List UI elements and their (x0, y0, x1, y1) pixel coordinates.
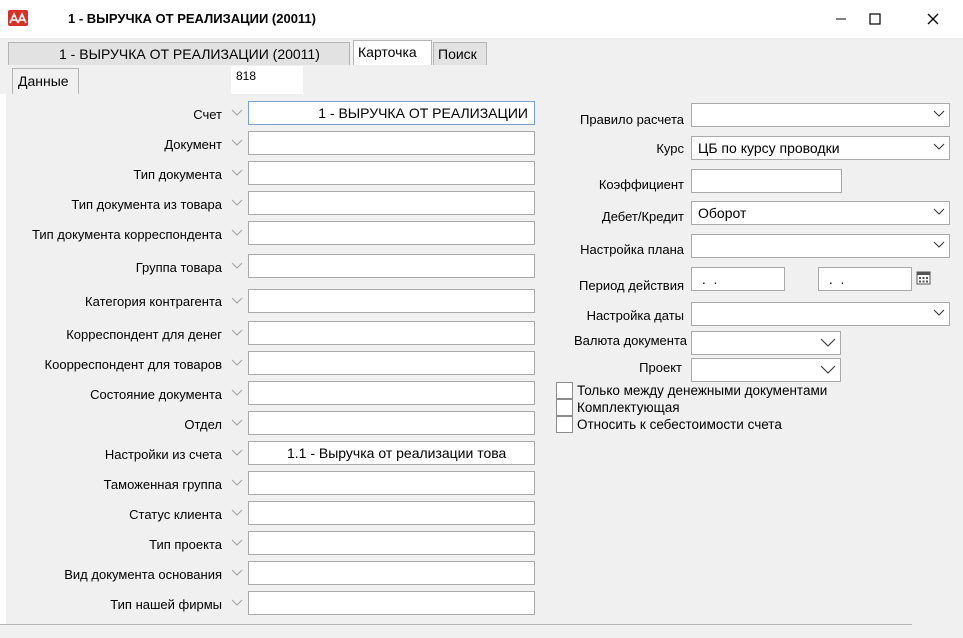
subtab-data[interactable]: Данные (12, 68, 79, 94)
department-field[interactable] (248, 411, 535, 435)
label-plan-setting: Настройка плана (580, 242, 684, 257)
label-client-status: Статус клиента (129, 507, 222, 522)
chevron-down-icon[interactable] (228, 441, 246, 465)
label-base-doc-kind: Вид документа основания (64, 567, 222, 582)
checkbox-money-docs-label: Только между денежными документами (577, 383, 828, 398)
label-goods-group: Группа товара (135, 260, 222, 275)
label-document: Документ (164, 137, 222, 152)
period-from-field[interactable]: . . (691, 267, 785, 291)
label-doc-type: Тип документа (133, 167, 222, 182)
chevron-down-icon[interactable] (228, 381, 246, 405)
calendar-icon[interactable] (916, 270, 931, 288)
doc-type-goods-field[interactable] (248, 191, 535, 215)
chevron-down-icon[interactable] (228, 221, 246, 245)
label-customs-group: Таможенная группа (103, 477, 222, 492)
goods-group-field[interactable] (248, 254, 535, 278)
tab-account[interactable]: 1 - ВЫРУЧКА ОТ РЕАЛИЗАЦИИ (20011) (8, 42, 350, 65)
label-department: Отдел (184, 417, 222, 432)
debit-credit-select[interactable]: Оборот (691, 201, 950, 225)
chevron-down-icon[interactable] (228, 101, 246, 125)
label-currency: Валюта документа (574, 333, 687, 348)
label-our-company-type: Тип нашей фирмы (110, 597, 222, 612)
document-field[interactable] (248, 131, 535, 155)
checkbox-cost-label: Относить к себестоимости счета (577, 417, 782, 432)
label-doc-type-goods: Тип документа из товара (71, 197, 222, 212)
doc-type-field[interactable] (248, 161, 535, 185)
coefficient-field[interactable] (691, 169, 842, 193)
date-setting-select[interactable] (691, 302, 950, 326)
tab-card[interactable]: Карточка (353, 40, 432, 65)
close-button[interactable] (910, 0, 956, 38)
label-coefficient: Коэффициент (598, 177, 684, 192)
tab-search[interactable]: Поиск (433, 42, 487, 65)
label-project-type: Тип проекта (149, 537, 222, 552)
calc-rule-select[interactable] (691, 103, 950, 127)
chevron-down-icon[interactable] (228, 254, 246, 278)
doc-state-field[interactable] (248, 381, 535, 405)
label-date-setting: Настройка даты (586, 308, 684, 323)
tab-strip: 1 - ВЫРУЧКА ОТ РЕАЛИЗАЦИИ (20011) Карточ… (0, 38, 963, 65)
project-type-field[interactable] (248, 531, 535, 555)
label-project: Проект (639, 360, 682, 375)
doc-type-corr-field[interactable] (248, 221, 535, 245)
label-corr-goods: Коорреспондент для товаров (44, 357, 222, 372)
label-doc-state: Состояние документа (90, 387, 222, 402)
account-settings-field[interactable]: 1.1 - Выручка от реализации това (248, 441, 535, 465)
chevron-down-icon[interactable] (228, 471, 246, 495)
project-select[interactable] (691, 358, 841, 382)
divider (0, 624, 912, 625)
client-status-field[interactable] (248, 501, 535, 525)
maximize-button[interactable] (852, 0, 898, 38)
title-bar: 1 - ВЫРУЧКА ОТ РЕАЛИЗАЦИИ (20011) (0, 0, 963, 38)
base-doc-kind-field[interactable] (248, 561, 535, 585)
chevron-down-icon[interactable] (228, 131, 246, 155)
our-company-type-field[interactable] (248, 591, 535, 615)
label-rate: Курс (656, 141, 684, 156)
checkbox-money-docs[interactable] (556, 382, 573, 399)
account-field[interactable]: 1 - ВЫРУЧКА ОТ РЕАЛИЗАЦИИ (248, 101, 535, 125)
chevron-down-icon[interactable] (228, 591, 246, 615)
chevron-down-icon[interactable] (228, 351, 246, 375)
label-corr-money: Корреспондент для денег (66, 327, 222, 342)
window-title: 1 - ВЫРУЧКА ОТ РЕАЛИЗАЦИИ (20011) (68, 11, 316, 26)
period-to-field[interactable]: . . (818, 267, 912, 291)
label-calc-rule: Правило расчета (580, 112, 684, 127)
code-field: 818 (231, 66, 303, 94)
rate-select[interactable]: ЦБ по курсу проводки (691, 136, 950, 160)
chevron-down-icon[interactable] (228, 321, 246, 345)
customs-group-field[interactable] (248, 471, 535, 495)
panel-edge (0, 94, 6, 624)
label-debit-credit: Дебет/Кредит (601, 209, 684, 224)
corr-goods-field[interactable] (248, 351, 535, 375)
chevron-down-icon[interactable] (228, 191, 246, 215)
chevron-down-icon[interactable] (228, 531, 246, 555)
label-period: Период действия (579, 278, 684, 293)
corr-money-field[interactable] (248, 321, 535, 345)
currency-select[interactable] (691, 331, 841, 355)
label-counterparty-category: Категория контрагента (85, 294, 222, 309)
checkbox-component-label: Комплектующая (577, 400, 680, 415)
app-logo-icon (8, 10, 28, 26)
plan-setting-select[interactable] (691, 234, 950, 258)
counterparty-category-field[interactable] (248, 289, 535, 313)
chevron-down-icon[interactable] (228, 561, 246, 585)
label-account-settings: Настройки из счета (104, 447, 222, 462)
label-account: Счет (193, 107, 222, 122)
chevron-down-icon[interactable] (228, 411, 246, 435)
checkbox-cost[interactable] (556, 416, 573, 433)
chevron-down-icon[interactable] (228, 161, 246, 185)
label-doc-type-corr: Тип документа корреспондента (31, 227, 222, 242)
chevron-down-icon[interactable] (228, 501, 246, 525)
checkbox-component[interactable] (556, 399, 573, 416)
chevron-down-icon[interactable] (228, 289, 246, 313)
